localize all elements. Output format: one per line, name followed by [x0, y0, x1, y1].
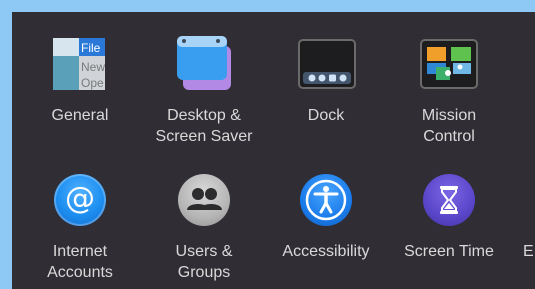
- pref-label: General: [51, 107, 109, 124]
- hourglass-icon: [423, 174, 475, 226]
- svg-text:Ope: Ope: [81, 76, 104, 90]
- desktop-screensaver-icon: [175, 34, 235, 96]
- pref-label: Mission Control: [421, 107, 477, 145]
- svg-text:File: File: [81, 41, 101, 55]
- pref-label: Users & Groups: [175, 243, 233, 281]
- pref-label: Accessibility: [282, 243, 370, 260]
- pref-label: Dock: [307, 107, 345, 124]
- users-icon: [178, 174, 230, 226]
- pref-label: Desktop & Screen Saver: [155, 107, 253, 145]
- accessibility-icon: [300, 174, 352, 226]
- pref-label: E: [523, 243, 534, 260]
- at-sign-icon: @: [54, 174, 106, 226]
- system-preferences-panel: File New Ope General Desktop & Screen Sa…: [12, 12, 535, 289]
- dock-icon: [298, 39, 356, 89]
- pref-label: Internet Accounts: [47, 243, 113, 281]
- general-icon: File New Ope: [51, 36, 107, 92]
- svg-text:New: New: [81, 60, 105, 74]
- mission-control-icon: [420, 39, 478, 89]
- pref-label: Screen Time: [404, 243, 494, 260]
